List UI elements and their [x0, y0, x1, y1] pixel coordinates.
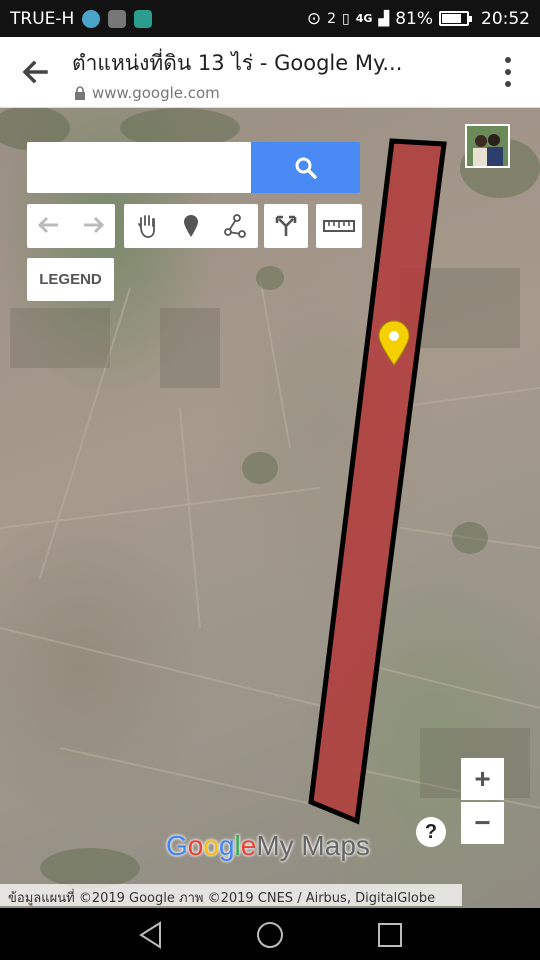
zoom-out-button[interactable]: −: [461, 802, 504, 844]
page-url: www.google.com: [92, 84, 220, 102]
avatar[interactable]: [465, 124, 510, 168]
overflow-menu-icon[interactable]: [504, 57, 512, 87]
location-marker-icon[interactable]: [377, 320, 411, 366]
draw-tools-group: [124, 204, 258, 248]
status-bar: TRUE-H ⊙ 2 ▯ 4G ▟ 81% 20:52: [0, 0, 540, 37]
sim-icon: ⊙: [306, 8, 322, 29]
carrier-label: TRUE-H: [10, 8, 75, 29]
logo-letter: g: [218, 830, 235, 861]
battery-percent: 81%: [395, 8, 433, 29]
directions-button[interactable]: [264, 204, 308, 248]
page-title: ตำแหน่งที่ดิน 13 ไร่ - Google My...: [72, 51, 403, 75]
legend-button[interactable]: LEGEND: [27, 258, 114, 301]
battery-icon: [439, 11, 472, 26]
zoom-in-button[interactable]: +: [461, 758, 504, 800]
help-button[interactable]: ?: [416, 817, 446, 847]
avatar-photo: [467, 126, 508, 166]
gallery-notification-icon: [108, 9, 127, 28]
zoom-in-label: +: [474, 763, 491, 794]
pan-hand-icon[interactable]: [125, 213, 169, 239]
search-icon: [295, 157, 317, 179]
url-row[interactable]: www.google.com: [74, 84, 220, 102]
back-icon[interactable]: [136, 920, 166, 950]
add-marker-icon[interactable]: [169, 214, 213, 238]
measure-button[interactable]: [316, 204, 362, 248]
lock-icon: [75, 86, 85, 100]
search-input[interactable]: [27, 142, 251, 193]
draw-line-icon[interactable]: [213, 214, 257, 238]
app-notification-icon: [82, 9, 101, 28]
signal-icon: ▟: [378, 10, 390, 27]
logo-letter: o: [187, 830, 204, 861]
sim-label: 2: [327, 10, 337, 27]
recents-icon[interactable]: [375, 920, 405, 950]
google-my-maps-logo: GoogleMy Maps: [166, 830, 370, 862]
logo-letter: G: [166, 830, 188, 861]
directions-icon: [275, 215, 297, 236]
navigation-bar: [0, 908, 540, 960]
download-notification-icon: [134, 9, 153, 28]
vibrate-icon: ▯: [342, 10, 350, 27]
back-arrow-icon[interactable]: [18, 55, 52, 89]
clock: 20:52: [481, 8, 530, 29]
help-icon: ?: [424, 820, 438, 843]
zoom-out-label: −: [474, 807, 491, 838]
measure-ruler-icon: [323, 220, 355, 232]
logo-letter: o: [203, 830, 219, 861]
home-icon[interactable]: [255, 920, 285, 950]
map-canvas[interactable]: LEGEND + − ? GoogleMy Maps ข้อมูลแผนที่ …: [0, 108, 540, 908]
logo-suffix: My Maps: [256, 830, 370, 861]
undo-icon[interactable]: [27, 216, 71, 236]
network-label: 4G: [355, 12, 373, 25]
history-group: [27, 204, 115, 248]
redo-icon[interactable]: [71, 216, 115, 236]
map-copyright: ข้อมูลแผนที่ ©2019 Google ภาพ ©2019 CNES…: [0, 884, 462, 906]
browser-header: ตำแหน่งที่ดิน 13 ไร่ - Google My... www.…: [0, 37, 540, 108]
search-button[interactable]: [251, 142, 360, 193]
logo-letter: e: [240, 830, 257, 861]
